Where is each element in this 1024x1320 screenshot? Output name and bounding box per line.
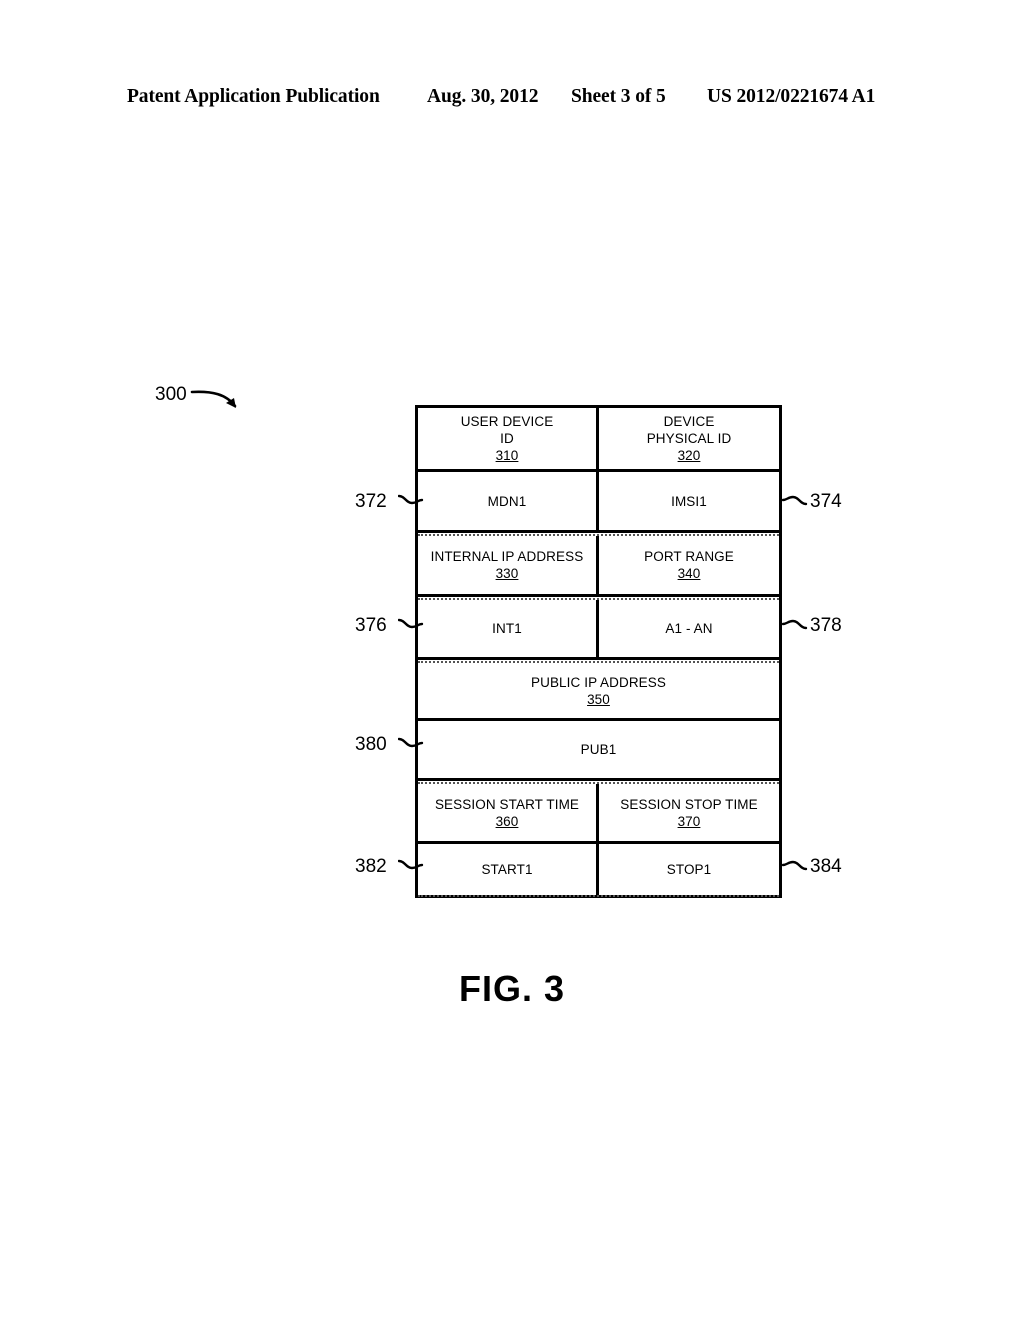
cell-port-range-header: PORT RANGE 340 xyxy=(599,536,779,594)
reference-label-374: 374 xyxy=(810,491,842,512)
cell-value: A1 - AN xyxy=(665,621,713,636)
figure-caption: FIG. 3 xyxy=(458,968,566,1009)
cell-session-start-time-value: START1 xyxy=(418,844,599,895)
cell-value: STOP1 xyxy=(666,862,712,877)
row-divider-solid xyxy=(418,594,779,597)
cell-user-device-id-header: USER DEVICE ID 310 xyxy=(418,408,599,469)
cell-ref-number: 310 xyxy=(495,448,519,463)
leader-squiggle-384 xyxy=(782,860,808,871)
cell-line-2: ID xyxy=(500,431,514,446)
device-session-record-table: USER DEVICE ID 310 DEVICE PHYSICAL ID 32… xyxy=(415,405,782,898)
cell-session-stop-time-header: SESSION STOP TIME 370 xyxy=(599,784,779,841)
cell-line-1: DEVICE xyxy=(663,414,715,429)
leader-squiggle-378 xyxy=(782,619,808,630)
cell-internal-ip-address-value: INT1 xyxy=(418,600,599,657)
diagram-reference-300: 300 xyxy=(155,384,187,405)
reference-label-376: 376 xyxy=(355,615,387,636)
cell-value: PUB1 xyxy=(580,742,617,757)
table-row: SESSION START TIME 360 SESSION STOP TIME… xyxy=(418,784,779,841)
cell-line-1: INTERNAL IP ADDRESS xyxy=(430,549,584,564)
row-divider-solid xyxy=(418,530,779,533)
cell-line-2: PHYSICAL ID xyxy=(646,431,732,446)
cell-value: START1 xyxy=(481,862,533,877)
cell-ref-number: 330 xyxy=(495,566,519,581)
table-row: INT1 A1 - AN xyxy=(418,600,779,657)
cell-port-range-value: A1 - AN xyxy=(599,600,779,657)
reference-label-382: 382 xyxy=(355,856,387,877)
cell-line-1: PORT RANGE xyxy=(644,549,734,564)
cell-session-stop-time-value: STOP1 xyxy=(599,844,779,895)
leader-squiggle-374 xyxy=(782,495,808,506)
table-row: START1 STOP1 xyxy=(418,844,779,895)
cell-device-physical-id-header: DEVICE PHYSICAL ID 320 xyxy=(599,408,779,469)
cell-value: IMSI1 xyxy=(671,493,707,509)
cell-session-start-time-header: SESSION START TIME 360 xyxy=(418,784,599,841)
row-divider-dotted xyxy=(418,895,779,897)
table-row: INTERNAL IP ADDRESS 330 PORT RANGE 340 xyxy=(418,536,779,594)
leader-squiggle-382 xyxy=(398,859,424,870)
cell-line-1: PUBLIC IP ADDRESS xyxy=(531,674,666,690)
cell-value: MDN1 xyxy=(487,493,527,509)
cell-ref-number: 350 xyxy=(587,691,610,707)
cell-ref-number: 360 xyxy=(495,813,519,829)
reference-label-384: 384 xyxy=(810,856,842,877)
cell-public-ip-address-value: PUB1 xyxy=(418,721,779,778)
cell-public-ip-address-header: PUBLIC IP ADDRESS 350 xyxy=(418,663,779,718)
cell-line-1: USER DEVICE xyxy=(460,414,554,429)
reference-label-372: 372 xyxy=(355,491,387,512)
table-row: MDN1 IMSI1 xyxy=(418,472,779,530)
cell-ref-number: 370 xyxy=(677,813,701,829)
cell-device-physical-id-value: IMSI1 xyxy=(599,472,779,530)
cell-ref-number: 340 xyxy=(677,566,701,581)
row-divider-solid xyxy=(418,778,779,781)
leader-squiggle-372 xyxy=(398,494,424,505)
cell-line-1: SESSION START TIME xyxy=(434,796,580,812)
reference-label-378: 378 xyxy=(810,615,842,636)
leader-squiggle-376 xyxy=(398,618,424,629)
diagram-reference-300-arrow xyxy=(190,390,237,408)
row-divider-solid xyxy=(418,657,779,660)
figure-3-diagram: 300 USER DEVICE ID 310 DEVICE PHYSICAL I… xyxy=(0,0,1024,1320)
cell-value: INT1 xyxy=(492,621,522,636)
cell-line-1: SESSION STOP TIME xyxy=(620,796,758,812)
cell-ref-number: 320 xyxy=(677,448,701,463)
reference-label-380: 380 xyxy=(355,734,387,755)
table-row: USER DEVICE ID 310 DEVICE PHYSICAL ID 32… xyxy=(418,408,779,469)
leader-squiggle-380 xyxy=(398,737,424,748)
cell-internal-ip-address-header: INTERNAL IP ADDRESS 330 xyxy=(418,536,599,594)
cell-user-device-id-value: MDN1 xyxy=(418,472,599,530)
table-row: PUB1 xyxy=(418,721,779,778)
table-row: PUBLIC IP ADDRESS 350 xyxy=(418,663,779,718)
